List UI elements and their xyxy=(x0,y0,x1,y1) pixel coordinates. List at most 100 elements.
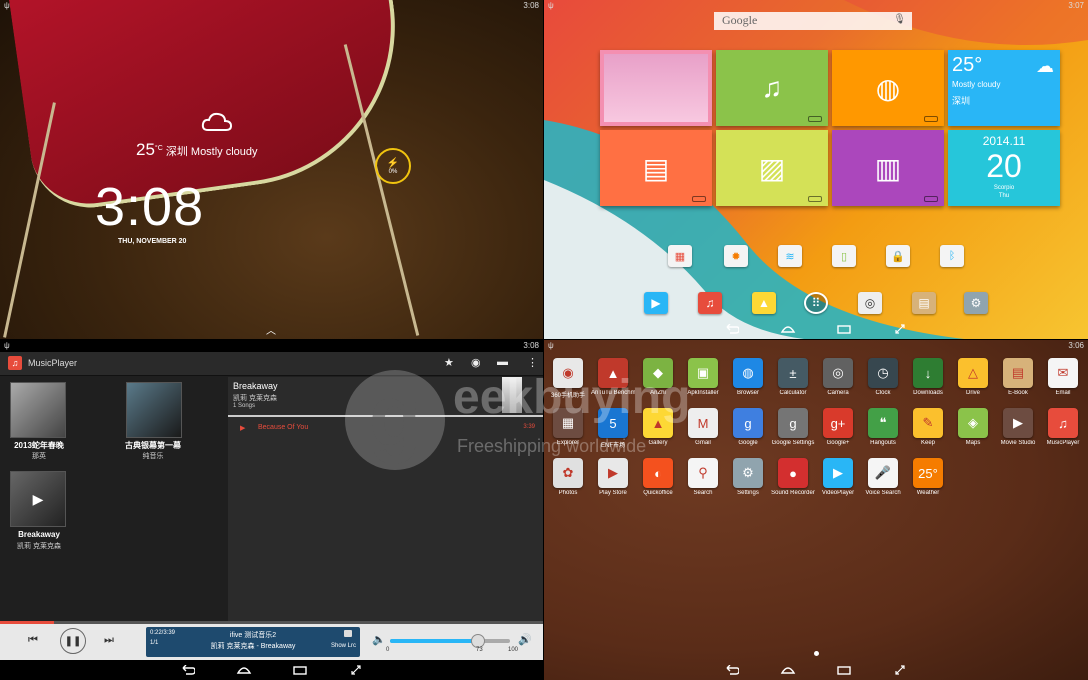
app-icon-musicplayer[interactable]: ♫ MusicPlayer xyxy=(1041,408,1085,446)
google-search-bar[interactable]: Google 🎙 xyxy=(714,12,912,30)
tile-weather[interactable]: 25° Mostly cloudy 深圳 ☁ xyxy=(948,50,1060,126)
app-icon-browser[interactable]: ◍ Browser xyxy=(726,358,770,396)
app-icon-gallery[interactable]: ▲ Gallery xyxy=(636,408,680,446)
status-bar: ψ 3:07 xyxy=(544,0,1088,12)
list-icon[interactable]: ▬ xyxy=(497,356,508,368)
dock-camera-icon[interactable]: ◎ xyxy=(858,292,882,314)
dock-gallery-icon[interactable]: ▲ xyxy=(752,292,776,314)
app-icon-google[interactable]: g Google xyxy=(726,408,770,446)
app-icon-email[interactable]: ✉ Email xyxy=(1041,358,1085,396)
app-label: Movie Studio xyxy=(1000,440,1036,446)
tile-browser-preview[interactable] xyxy=(600,50,712,126)
app-label: Camera xyxy=(827,390,849,396)
tile-calendar[interactable]: 2014.11 20 Scorpio Thu xyxy=(948,130,1060,206)
status-time: 3:06 xyxy=(1068,341,1084,350)
weather-city: 深圳 xyxy=(952,96,971,106)
app-icon-voice-search[interactable]: 🎤 Voice Search xyxy=(861,458,905,496)
app-icon-gmail[interactable]: M Gmail xyxy=(681,408,725,446)
dock-music-icon[interactable]: ♫ xyxy=(698,292,722,314)
app-icon-downloads[interactable]: ↓ Downloads xyxy=(906,358,950,396)
dock-settings-icon[interactable]: ⚙ xyxy=(964,292,988,314)
tile-ebook[interactable]: ▤ xyxy=(600,130,712,206)
tile-gallery[interactable]: ▨ xyxy=(716,130,828,206)
google-logo: Google xyxy=(722,13,758,27)
app-icon-google[interactable]: g+ Google+ xyxy=(816,408,860,446)
app-icon-google-settings[interactable]: g Google Settings xyxy=(771,408,815,446)
app-icon-keep[interactable]: ✎ Keep xyxy=(906,408,950,446)
home-icon[interactable] xyxy=(780,664,796,676)
app-icon-quickoffice[interactable]: ◐ Quickoffice xyxy=(636,458,680,496)
dock-ebook-icon[interactable]: ▤ xyxy=(912,292,936,314)
back-icon[interactable] xyxy=(724,664,740,676)
show-lrc-button[interactable]: Show Lrc xyxy=(331,643,356,649)
previous-icon[interactable]: ⏮ xyxy=(28,634,38,647)
now-playing-box[interactable]: 0:22/3:39 1/1 ifive 测试音乐2 凯莉 克莱克森 - Brea… xyxy=(146,627,360,657)
recents-icon[interactable] xyxy=(292,664,308,676)
favorite-star-icon[interactable]: ★ xyxy=(444,356,454,369)
fullscreen-icon[interactable] xyxy=(892,664,908,676)
tile-browser[interactable]: ◍ xyxy=(832,50,944,126)
album-cover[interactable] xyxy=(126,382,182,438)
volume-slider[interactable] xyxy=(390,634,510,648)
album-cover[interactable] xyxy=(10,382,66,438)
app-icon-settings[interactable]: ⚙ Settings xyxy=(726,458,770,496)
app-icon-e-book[interactable]: ▤ E-Book xyxy=(996,358,1040,396)
app-icon-weather[interactable]: 25° Weather xyxy=(906,458,950,496)
quick-lock-icon[interactable]: 🔒 xyxy=(886,245,910,267)
app-icon-sound-recorder[interactable]: ● Sound Recorder xyxy=(771,458,815,496)
track-name: Because Of You xyxy=(258,424,309,431)
quick-apps-icon[interactable]: ▦ xyxy=(668,245,692,267)
app-icon-camera[interactable]: ◎ Camera xyxy=(816,358,860,396)
usb-icon: ψ xyxy=(548,1,554,10)
unlock-arrow-icon[interactable]: ︿ xyxy=(266,322,276,337)
home-icon[interactable] xyxy=(236,664,252,676)
quick-bluetooth-icon[interactable]: ᛒ xyxy=(940,245,964,267)
app-icon-antutu-benchmark[interactable]: ▲ AnTuTu Benchmark xyxy=(591,358,635,396)
app-icon-maps[interactable]: ◈ Maps xyxy=(951,408,995,446)
app-icon-anzhi[interactable]: ◆ AnZhi xyxy=(636,358,680,396)
album-artist: 纯音乐 xyxy=(142,453,164,460)
dock-video-icon[interactable]: ▶ xyxy=(644,292,668,314)
home-icon[interactable] xyxy=(780,323,796,335)
app-title: MusicPlayer xyxy=(28,358,78,368)
track-row[interactable]: ▶ Because Of You 3:39 xyxy=(228,419,543,439)
app-glyph-icon: ✉ xyxy=(1048,358,1078,388)
app-icon-calculator[interactable]: ± Calculator xyxy=(771,358,815,396)
app-icon-movie-studio[interactable]: ▶ Movie Studio xyxy=(996,408,1040,446)
app-icon-photos[interactable]: ✿ Photos xyxy=(546,458,590,496)
calendar-sub: Scorpio Thu xyxy=(948,184,1060,200)
recents-icon[interactable] xyxy=(836,664,852,676)
app-icon-apkinstaller[interactable]: ▣ ApkInstaller xyxy=(681,358,725,396)
app-icon-enf[interactable]: 5 ENF市场 xyxy=(591,408,635,449)
volume-knob[interactable] xyxy=(470,634,485,648)
app-icon-hangouts[interactable]: ❝ Hangouts xyxy=(861,408,905,446)
app-icon-clock[interactable]: ◷ Clock xyxy=(861,358,905,396)
app-glyph-icon: ◈ xyxy=(958,408,988,438)
back-icon[interactable] xyxy=(180,664,196,676)
app-icon-videoplayer[interactable]: ▶ VideoPlayer xyxy=(816,458,860,496)
mic-icon[interactable]: 🎙 xyxy=(893,14,906,25)
overflow-menu-icon[interactable]: ⋮ xyxy=(527,356,538,369)
album-cover[interactable]: ▶ xyxy=(10,471,66,527)
tile-video[interactable]: ▥ xyxy=(832,130,944,206)
quick-brightness-icon[interactable]: ✹ xyxy=(724,245,748,267)
quick-wifi-icon[interactable]: ≋ xyxy=(778,245,802,267)
app-icon-drive[interactable]: △ Drive xyxy=(951,358,995,396)
fullscreen-icon[interactable] xyxy=(892,323,908,335)
pause-button[interactable]: ❚❚ xyxy=(60,628,86,654)
recents-icon[interactable] xyxy=(836,323,852,335)
next-icon[interactable]: ⏭ xyxy=(104,634,114,647)
record-icon[interactable]: ◉ xyxy=(471,356,481,369)
fullscreen-icon[interactable] xyxy=(348,664,364,676)
app-icon-search[interactable]: ⚲ Search xyxy=(681,458,725,496)
app-icon-play-store[interactable]: ▶ Play Store xyxy=(591,458,635,496)
app-glyph-icon: ▲ xyxy=(643,408,673,438)
image-icon: ▨ xyxy=(758,152,786,184)
tile-music[interactable]: ♫ xyxy=(716,50,828,126)
app-icon-360[interactable]: ◉ 360手机助手 xyxy=(546,358,590,399)
back-icon[interactable] xyxy=(724,323,740,335)
quick-vibrate-icon[interactable]: ▯ xyxy=(832,245,856,267)
cloud-icon xyxy=(201,112,233,131)
app-drawer-icon[interactable]: ⠿ xyxy=(804,292,828,314)
app-icon-explorer[interactable]: ▦ Explorer xyxy=(546,408,590,446)
